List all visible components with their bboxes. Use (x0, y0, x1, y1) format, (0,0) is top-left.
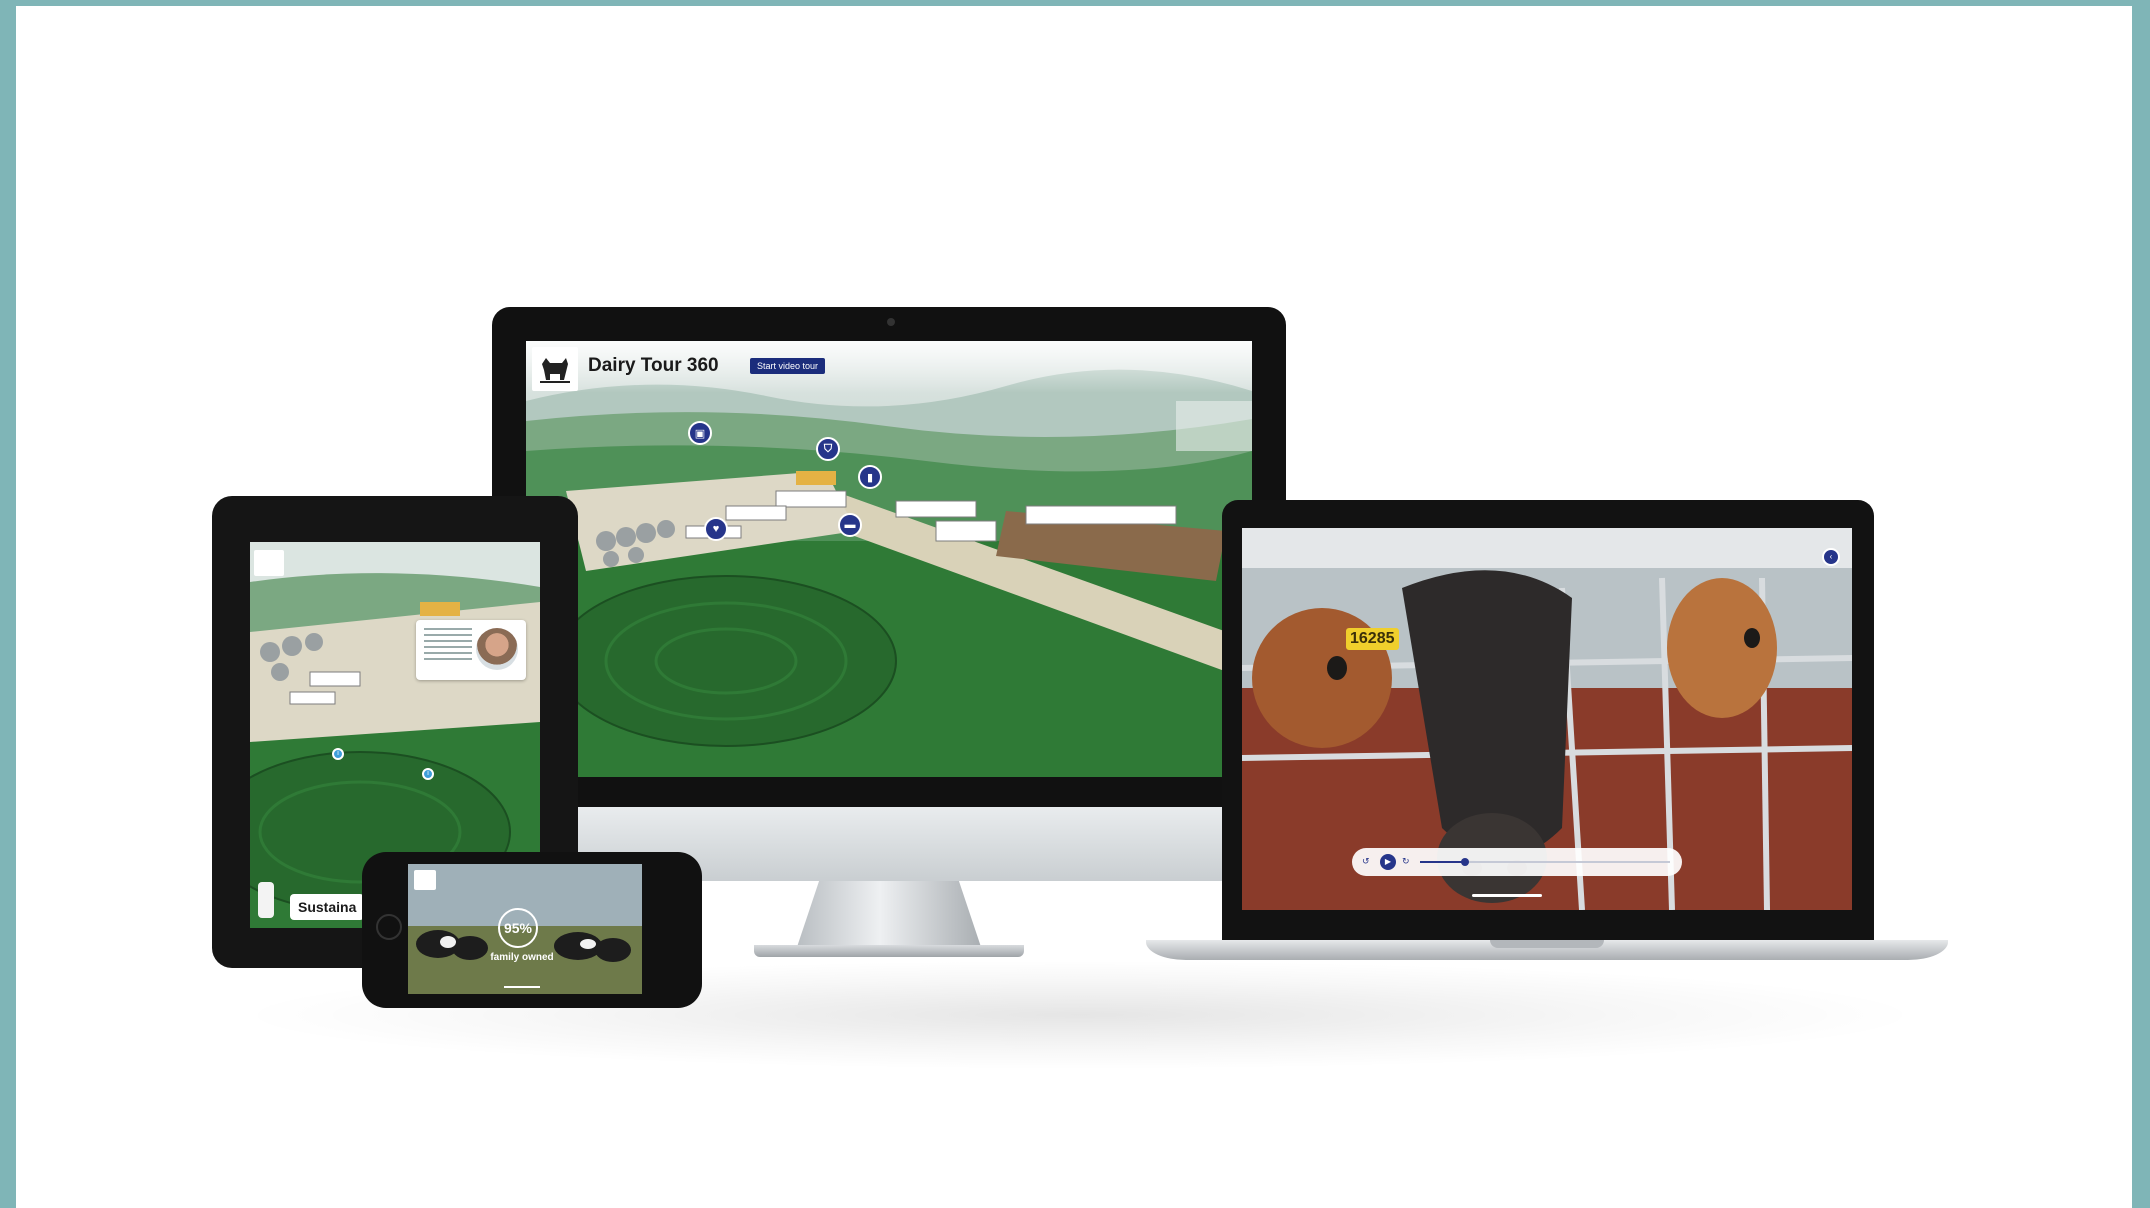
heart-icon[interactable]: ♥ (704, 517, 728, 541)
start-video-tour-button[interactable]: Start video tour (750, 358, 826, 374)
video-progress-track[interactable] (1420, 858, 1670, 866)
laptop-notch (1490, 940, 1604, 948)
video-360-screen[interactable]: 16285 ↺ ▶ ↻ ‹ (1242, 528, 1852, 910)
bottle-icon[interactable]: ▮ (858, 465, 882, 489)
back-icon[interactable]: ‹ (1822, 548, 1840, 566)
stat-caption: family owned (490, 952, 554, 963)
video-controls: ↺ ▶ ↻ (1352, 848, 1682, 876)
bag-icon[interactable]: ▣ (688, 421, 712, 445)
truck-icon[interactable]: ▬ (838, 513, 862, 537)
video-progress-handle[interactable] (1461, 858, 1469, 866)
section-label[interactable]: Sustaina (290, 894, 365, 920)
camera-icon (887, 318, 895, 326)
phone-screen[interactable]: 95% family owned (408, 864, 642, 994)
monitor-foot (754, 945, 1024, 957)
cow-logo-icon[interactable] (532, 347, 578, 391)
laptop: 16285 ↺ ▶ ↻ ‹ (1146, 500, 1948, 966)
stat-badge: 95% (498, 908, 538, 948)
forward-icon[interactable]: ↻ (1402, 856, 1410, 867)
milk-machine-icon[interactable]: ⛉ (816, 437, 840, 461)
farm-illustration (526, 341, 1252, 777)
cow-logo-icon[interactable] (414, 870, 436, 890)
info-icon[interactable]: i (332, 748, 344, 760)
rewind-icon[interactable]: ↺ (1362, 856, 1370, 867)
home-indicator (1472, 894, 1542, 897)
farmer-info-card[interactable] (416, 620, 526, 680)
video-progress-fill (1420, 861, 1465, 863)
home-button[interactable] (376, 914, 402, 940)
app-title: Dairy Tour 360 (588, 355, 719, 376)
phone: 95% family owned (362, 852, 702, 1008)
info-card-text (424, 628, 472, 664)
cow-ear-tag: 16285 (1346, 628, 1399, 650)
cow-logo-icon[interactable] (254, 550, 284, 576)
farmer-avatar (476, 628, 518, 670)
home-indicator (504, 986, 540, 988)
info-icon[interactable]: i (422, 768, 434, 780)
monitor-stand (797, 881, 981, 947)
dairy-tour-screen[interactable]: Dairy Tour 360 Start video tour ▣ ⛉ ▮ ♥ … (526, 341, 1252, 777)
play-icon[interactable]: ▶ (1380, 854, 1396, 870)
